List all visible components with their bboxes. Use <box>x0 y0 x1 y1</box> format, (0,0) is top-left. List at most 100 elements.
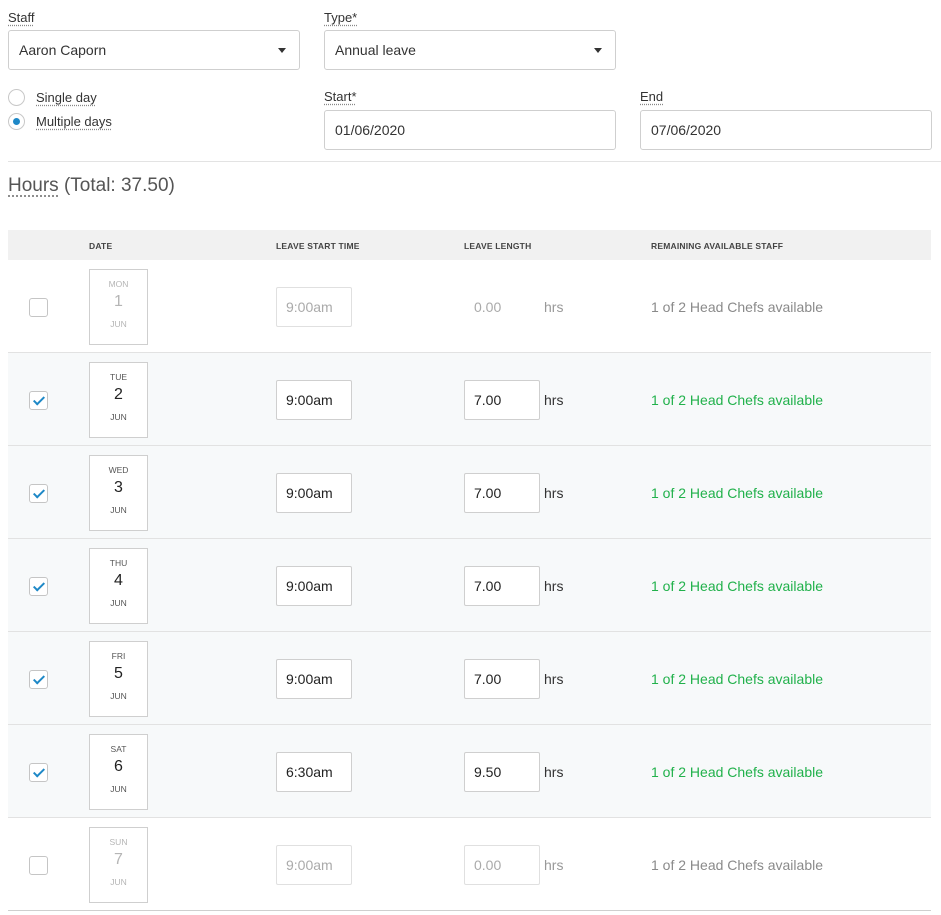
leave-start-time-input[interactable]: 9:00am <box>276 566 352 606</box>
availability-text: 1 of 2 Head Chefs available <box>651 857 823 873</box>
availability-text: 1 of 2 Head Chefs available <box>651 485 823 501</box>
hours-unit: hrs <box>544 299 564 315</box>
column-header-remaining: REMAINING AVAILABLE STAFF <box>651 241 784 251</box>
hours-unit: hrs <box>544 578 564 594</box>
day-of-week: MON <box>108 279 129 289</box>
leave-length-input[interactable]: 7.00 <box>464 659 540 699</box>
day-checkbox[interactable] <box>29 391 48 410</box>
start-label: Start* <box>324 89 357 104</box>
leave-days-table: MON 1 JUN 9:00am 0.00 hrs 1 of 2 Head Ch… <box>8 260 931 911</box>
single-day-radio[interactable] <box>8 89 25 106</box>
leave-length-input[interactable]: 7.00 <box>464 473 540 513</box>
day-of-week: FRI <box>111 651 126 661</box>
single-day-option[interactable]: Single day <box>8 89 97 106</box>
leave-length-input[interactable]: 7.00 <box>464 566 540 606</box>
leave-length-input[interactable]: 9.50 <box>464 752 540 792</box>
leave-start-time-input[interactable]: 9:00am <box>276 380 352 420</box>
day-number: 4 <box>114 572 123 589</box>
day-of-week: THU <box>109 558 128 568</box>
month: JUN <box>110 598 127 608</box>
table-row: FRI 5 JUN 9:00am 7.00 hrs 1 of 2 Head Ch… <box>8 632 931 725</box>
date-tile: WED 3 JUN <box>89 455 148 531</box>
column-header-length: LEAVE LENGTH <box>464 241 532 251</box>
column-header-date: DATE <box>89 241 113 251</box>
month: JUN <box>110 319 127 329</box>
type-select[interactable]: Annual leave <box>324 30 616 70</box>
day-number: 3 <box>114 479 123 496</box>
month: JUN <box>110 505 127 515</box>
availability-text: 1 of 2 Head Chefs available <box>651 299 823 315</box>
leave-start-time-input[interactable]: 9:00am <box>276 473 352 513</box>
leave-start-time-input[interactable]: 9:00am <box>276 845 352 885</box>
day-checkbox[interactable] <box>29 763 48 782</box>
month: JUN <box>110 784 127 794</box>
date-tile: SUN 7 JUN <box>89 827 148 903</box>
chevron-down-icon <box>278 47 286 53</box>
column-header-start-time: LEAVE START TIME <box>276 241 360 251</box>
section-divider <box>8 161 941 162</box>
staff-label: Staff <box>8 10 35 25</box>
staff-select-value: Aaron Caporn <box>19 42 107 58</box>
start-date-input[interactable]: 01/06/2020 <box>324 110 616 150</box>
availability-text: 1 of 2 Head Chefs available <box>651 578 823 594</box>
hours-total: (Total: 37.50) <box>63 175 175 196</box>
staff-select[interactable]: Aaron Caporn <box>8 30 300 70</box>
day-number: 5 <box>114 665 123 682</box>
multiple-days-option[interactable]: Multiple days <box>8 113 112 130</box>
hours-unit: hrs <box>544 857 564 873</box>
multiple-days-radio[interactable] <box>8 113 25 130</box>
availability-text: 1 of 2 Head Chefs available <box>651 392 823 408</box>
date-tile: THU 4 JUN <box>89 548 148 624</box>
month: JUN <box>110 877 127 887</box>
leave-length-input[interactable]: 0.00 <box>464 287 540 327</box>
leave-start-time-input[interactable]: 6:30am <box>276 752 352 792</box>
availability-text: 1 of 2 Head Chefs available <box>651 671 823 687</box>
availability-text: 1 of 2 Head Chefs available <box>651 764 823 780</box>
table-row: MON 1 JUN 9:00am 0.00 hrs 1 of 2 Head Ch… <box>8 260 931 353</box>
day-of-week: SAT <box>110 744 127 754</box>
end-date-input[interactable]: 07/06/2020 <box>640 110 932 150</box>
month: JUN <box>110 691 127 701</box>
day-of-week: WED <box>108 465 129 475</box>
end-date-value: 07/06/2020 <box>651 122 722 138</box>
day-number: 7 <box>114 851 123 868</box>
hours-unit: hrs <box>544 764 564 780</box>
date-tile: SAT 6 JUN <box>89 734 148 810</box>
table-row: TUE 2 JUN 9:00am 7.00 hrs 1 of 2 Head Ch… <box>8 353 931 446</box>
date-tile: FRI 5 JUN <box>89 641 148 717</box>
leave-length-input[interactable]: 0.00 <box>464 845 540 885</box>
leave-start-time-input[interactable]: 9:00am <box>276 659 352 699</box>
end-label: End <box>640 89 664 104</box>
table-row: THU 4 JUN 9:00am 7.00 hrs 1 of 2 Head Ch… <box>8 539 931 632</box>
day-checkbox[interactable] <box>29 577 48 596</box>
multiple-days-label: Multiple days <box>36 114 112 129</box>
day-of-week: SUN <box>109 837 128 847</box>
table-header: DATE LEAVE START TIME LEAVE LENGTH REMAI… <box>8 230 931 260</box>
day-checkbox[interactable] <box>29 484 48 503</box>
table-row: WED 3 JUN 9:00am 7.00 hrs 1 of 2 Head Ch… <box>8 446 931 539</box>
table-row: SUN 7 JUN 9:00am 0.00 hrs 1 of 2 Head Ch… <box>8 818 931 911</box>
single-day-label: Single day <box>36 90 97 105</box>
day-number: 1 <box>114 293 123 310</box>
day-checkbox[interactable] <box>29 298 48 317</box>
type-label: Type* <box>324 10 358 25</box>
type-select-value: Annual leave <box>335 42 416 58</box>
date-tile: MON 1 JUN <box>89 269 148 345</box>
day-of-week: TUE <box>110 372 127 382</box>
date-tile: TUE 2 JUN <box>89 362 148 438</box>
hours-unit: hrs <box>544 671 564 687</box>
day-number: 2 <box>114 386 123 403</box>
leave-start-time-input[interactable]: 9:00am <box>276 287 352 327</box>
day-checkbox[interactable] <box>29 670 48 689</box>
month: JUN <box>110 412 127 422</box>
table-row: SAT 6 JUN 6:30am 9.50 hrs 1 of 2 Head Ch… <box>8 725 931 818</box>
hours-unit: hrs <box>544 392 564 408</box>
chevron-down-icon <box>594 47 602 53</box>
hours-unit: hrs <box>544 485 564 501</box>
start-date-value: 01/06/2020 <box>335 122 406 138</box>
leave-length-input[interactable]: 7.00 <box>464 380 540 420</box>
hours-heading: Hours (Total: 37.50) <box>8 175 175 197</box>
day-checkbox[interactable] <box>29 856 48 875</box>
hours-title: Hours <box>8 175 59 196</box>
day-number: 6 <box>114 758 123 775</box>
